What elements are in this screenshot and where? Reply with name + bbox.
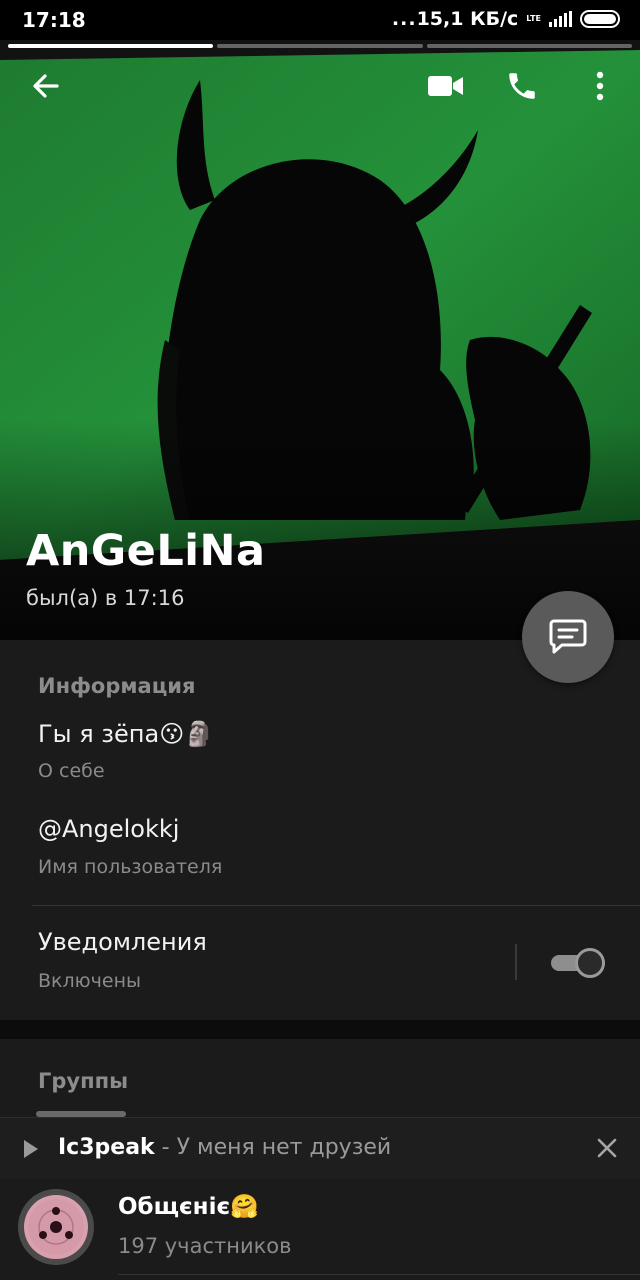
- group-member-count: 197 участников: [118, 1234, 292, 1258]
- story-segment: [426, 44, 632, 48]
- network-speed: 15,1 КБ/с: [392, 8, 519, 30]
- phone-icon: [509, 73, 535, 99]
- story-progress: [8, 44, 632, 48]
- track-title: У меня нет друзей: [176, 1135, 392, 1160]
- divider-vertical: [515, 944, 517, 980]
- username-caption: Имя пользователя: [38, 856, 223, 878]
- bio-value[interactable]: Гы я зёпа😗🗿: [38, 720, 214, 748]
- bio-caption: О себе: [38, 760, 105, 782]
- now-playing: Ic3peak - У меня нет друзей: [58, 1135, 391, 1160]
- play-button[interactable]: [22, 1138, 40, 1164]
- back-button[interactable]: [24, 64, 68, 108]
- notifications-toggle[interactable]: [549, 946, 607, 980]
- message-icon: [549, 619, 587, 654]
- video-call-button[interactable]: [424, 64, 468, 108]
- status-time: 17:18: [22, 8, 86, 32]
- video-camera-icon: [428, 76, 463, 96]
- divider: [118, 1274, 640, 1275]
- toggle-knob: [575, 948, 605, 978]
- notifications-label[interactable]: Уведомления: [38, 928, 207, 956]
- profile-name: AnGeLiNa: [26, 526, 266, 576]
- signal-icon: [549, 11, 572, 27]
- status-indicators: 15,1 КБ/с LTE: [392, 8, 620, 30]
- track-artist: Ic3peak: [58, 1135, 155, 1160]
- arrow-left-icon: [33, 74, 59, 98]
- group-avatar: [18, 1189, 94, 1265]
- info-section-title: Информация: [38, 674, 196, 698]
- divider: [32, 905, 640, 906]
- close-player-button[interactable]: [596, 1137, 618, 1163]
- close-icon: [597, 1138, 617, 1158]
- more-button[interactable]: [578, 64, 622, 108]
- track-separator: -: [154, 1135, 177, 1160]
- username-value[interactable]: @Angelokkj: [38, 815, 179, 843]
- send-message-button[interactable]: [522, 591, 614, 683]
- status-bar: 17:18 15,1 КБ/с LTE: [0, 0, 640, 40]
- group-name: Общєнiє🤗: [118, 1194, 259, 1220]
- notifications-caption: Включены: [38, 970, 141, 992]
- last-seen-status: был(а) в 17:16: [26, 586, 185, 610]
- groups-section-title: Группы: [38, 1069, 129, 1093]
- lte-indicator: LTE: [526, 14, 541, 23]
- profile-header: AnGeLiNa был(а) в 17:16: [0, 40, 640, 640]
- battery-icon: [580, 10, 620, 28]
- play-icon: [24, 1140, 38, 1158]
- call-button[interactable]: [500, 64, 544, 108]
- story-segment: [8, 44, 214, 48]
- info-section: Информация Гы я зёпа😗🗿 О себе @Angelokkj…: [0, 640, 640, 1020]
- more-vertical-icon: [596, 71, 604, 101]
- story-segment: [217, 44, 423, 48]
- group-list-item[interactable]: Общєнiє🤗 197 участников: [0, 1179, 640, 1280]
- music-player-bar[interactable]: Ic3peak - У меня нет друзей: [0, 1117, 640, 1179]
- sharingan-icon: [24, 1195, 88, 1259]
